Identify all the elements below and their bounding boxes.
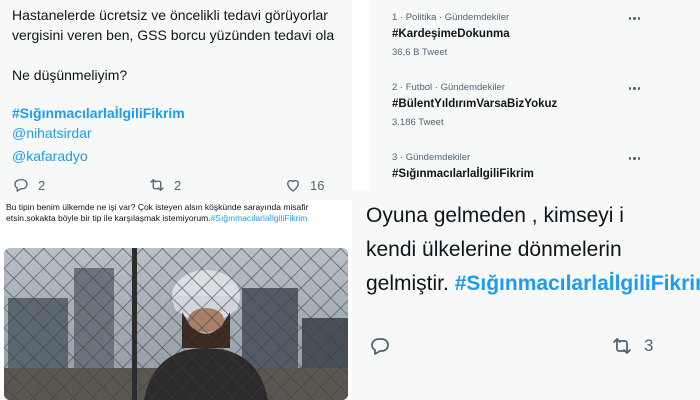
tweet-text-line1: Oyuna gelmeden , kimseyi i bbox=[366, 204, 624, 227]
retweet-button[interactable]: 3 bbox=[610, 334, 653, 358]
tweet-caption: Bu tipin benim ülkemde ne işi var? Çok i… bbox=[6, 202, 346, 224]
retweet-count: 2 bbox=[174, 177, 182, 193]
trend-name[interactable]: #SığınmacılarlaİlgiliFikrim bbox=[392, 168, 534, 180]
photo-illustration bbox=[4, 248, 348, 400]
trend-name[interactable]: #KardeşimeDokunma bbox=[392, 28, 510, 40]
tweet-text-line2: kendi ülkelerine dönmelerin bbox=[366, 238, 622, 261]
reply-icon bbox=[371, 338, 389, 355]
trend-name[interactable]: #BülentYıldırımVarsaBizYokuz bbox=[392, 98, 557, 110]
like-count: 16 bbox=[310, 177, 325, 193]
trend-count: 36,6 B Tweet bbox=[392, 47, 448, 58]
reply-button[interactable]: 2 bbox=[12, 176, 45, 194]
more-icon[interactable] bbox=[628, 157, 640, 160]
like-button[interactable]: 16 bbox=[284, 176, 324, 194]
mention-link[interactable]: @nihatsirdar bbox=[12, 124, 92, 142]
reply-button[interactable] bbox=[368, 334, 392, 358]
tweet-question: Ne düşünmeliyim? bbox=[12, 67, 128, 83]
hashtag-link[interactable]: #SığınmacılarlaİlgiliFikrim bbox=[211, 213, 308, 223]
retweet-icon bbox=[613, 338, 631, 354]
tweet-photo-image[interactable] bbox=[4, 248, 348, 400]
like-icon bbox=[287, 179, 299, 192]
retweet-count: 3 bbox=[644, 336, 654, 355]
text-prefix: gelmiştir. bbox=[366, 272, 455, 295]
tweet-top: Hastanelerde ücretsiz ve öncelikli tedav… bbox=[0, 0, 352, 200]
reply-icon bbox=[14, 179, 28, 192]
mention-link[interactable]: @kafaradyo bbox=[12, 147, 88, 165]
trend-category: 3 · Gündemdekiler bbox=[392, 152, 471, 163]
trend-count: 3.186 Tweet bbox=[392, 117, 444, 128]
retweet-button[interactable]: 2 bbox=[148, 176, 181, 194]
trend-category: 1 · Politika · Gündemdekiler bbox=[392, 12, 510, 23]
tweet-text-line1: Hastanelerde ücretsiz ve öncelikli tedav… bbox=[12, 7, 328, 23]
tweet-text-line3: gelmiştir. #SığınmacılarlaİlgiliFikrim bbox=[366, 272, 700, 296]
more-icon[interactable] bbox=[628, 87, 640, 90]
tweet-photo: Bu tipin benim ülkemde ne işi var? Çok i… bbox=[0, 200, 352, 400]
retweet-icon bbox=[150, 179, 164, 191]
trends-panel: 1 · Politika · Gündemdekiler #KardeşimeD… bbox=[370, 0, 700, 200]
tweet-text-line2: vergisini veren ben, GSS borcu yüzünden … bbox=[12, 27, 335, 43]
hashtag-link[interactable]: #SığınmacılarlaİlgiliFikrim bbox=[12, 104, 185, 122]
trend-category: 2 · Futbol · Gündemdekiler bbox=[392, 82, 505, 93]
reply-count: 2 bbox=[38, 177, 46, 193]
tweet-zoom: Oyuna gelmeden , kimseyi i kendi ülkeler… bbox=[352, 190, 700, 400]
more-icon[interactable] bbox=[628, 17, 640, 20]
hashtag-link[interactable]: #SığınmacılarlaİlgiliFikrim bbox=[455, 272, 700, 295]
